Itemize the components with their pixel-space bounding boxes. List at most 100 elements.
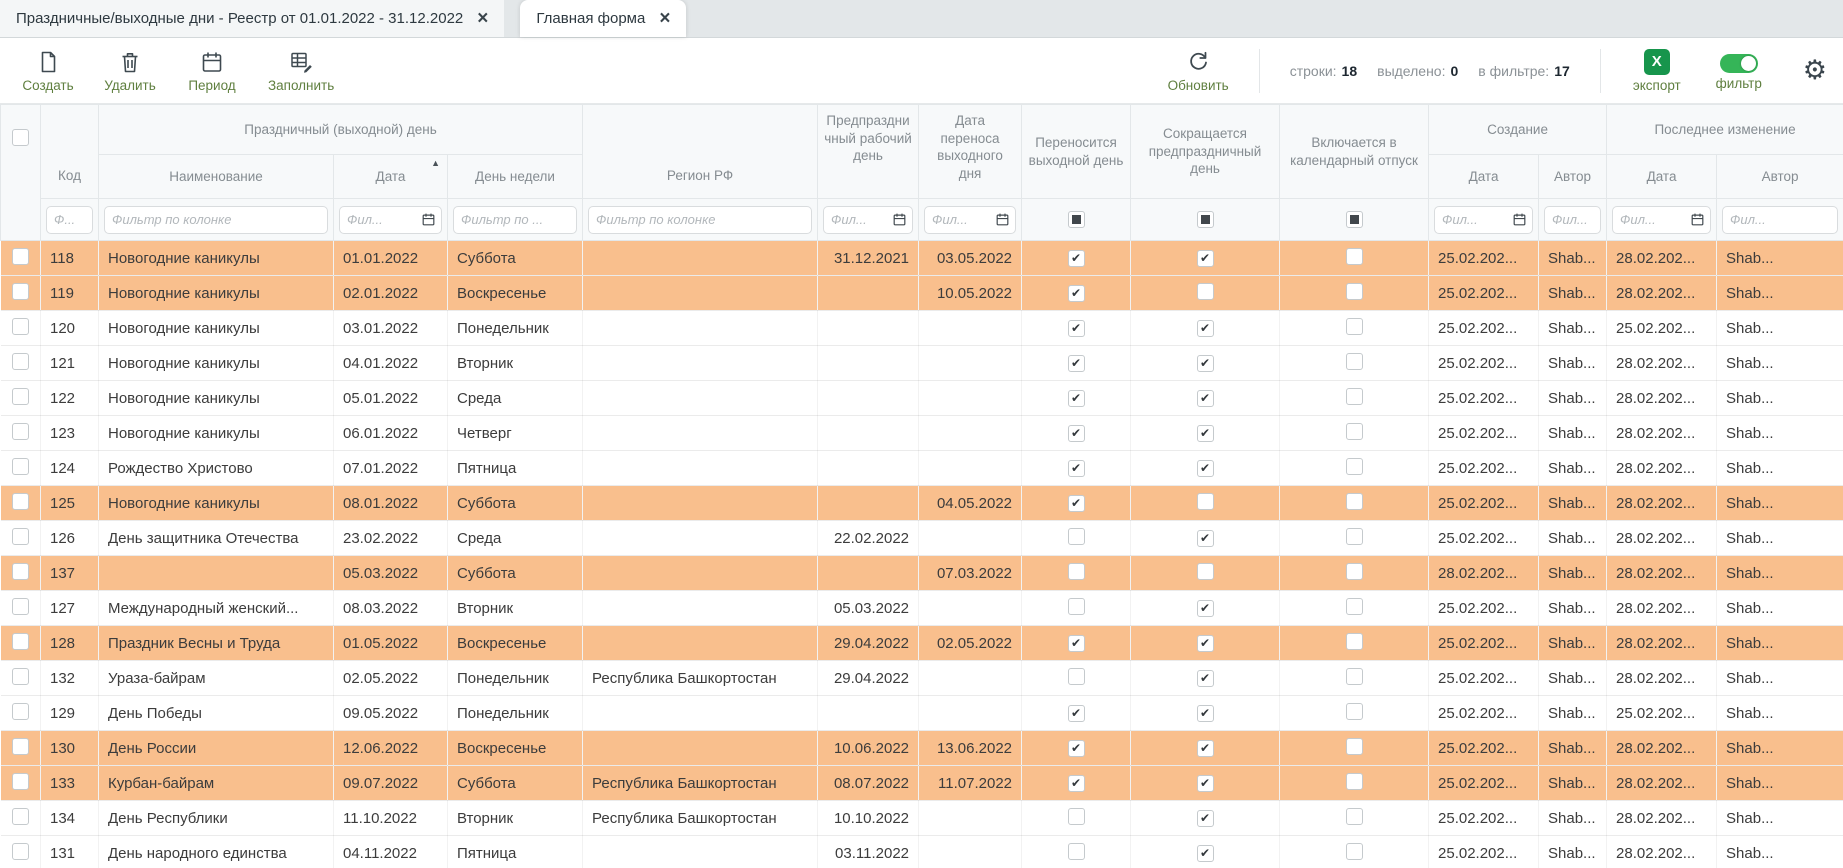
in_vacation-checkbox[interactable] bbox=[1346, 668, 1363, 685]
is_transferred-checkbox[interactable]: ✔ bbox=[1068, 705, 1085, 722]
row-select-checkbox[interactable] bbox=[12, 598, 29, 615]
in_vacation-checkbox[interactable] bbox=[1346, 528, 1363, 545]
in_vacation-checkbox[interactable] bbox=[1346, 318, 1363, 335]
in_vacation-checkbox[interactable] bbox=[1346, 493, 1363, 510]
is_transferred-checkbox[interactable]: ✔ bbox=[1068, 495, 1085, 512]
filter-input-created_author[interactable] bbox=[1544, 206, 1601, 234]
is_transferred-checkbox[interactable]: ✔ bbox=[1068, 355, 1085, 372]
column-header-preholiday[interactable]: Предпраздничный рабочий день bbox=[818, 105, 919, 199]
is_shortened-checkbox[interactable]: ✔ bbox=[1197, 845, 1214, 862]
table-row[interactable]: 132Ураза-байрам02.05.2022ПонедельникРесп… bbox=[1, 661, 1843, 696]
row-select-checkbox[interactable] bbox=[12, 563, 29, 580]
in_vacation-checkbox[interactable] bbox=[1346, 353, 1363, 370]
filter-checkbox-in_vacation[interactable] bbox=[1346, 211, 1363, 228]
table-row[interactable]: 121Новогодние каникулы04.01.2022Вторник✔… bbox=[1, 346, 1843, 381]
is_transferred-checkbox[interactable]: ✔ bbox=[1068, 250, 1085, 267]
table-row[interactable]: 118Новогодние каникулы01.01.2022Суббота3… bbox=[1, 241, 1843, 276]
table-row[interactable]: 131День народного единства04.11.2022Пятн… bbox=[1, 836, 1843, 868]
filter-input-preholiday[interactable] bbox=[824, 207, 892, 233]
is_shortened-checkbox[interactable]: ✔ bbox=[1197, 250, 1214, 267]
column-header-name[interactable]: Наименование bbox=[99, 155, 334, 199]
settings-gear-icon[interactable]: ⚙ bbox=[1803, 57, 1827, 84]
row-select-checkbox[interactable] bbox=[12, 843, 29, 860]
column-header-is-transferred[interactable]: Переносится выходной день bbox=[1022, 105, 1131, 199]
in_vacation-checkbox[interactable] bbox=[1346, 598, 1363, 615]
column-header-date[interactable]: Дата ▲ bbox=[334, 155, 448, 199]
is_transferred-checkbox[interactable] bbox=[1068, 843, 1085, 860]
create-button[interactable]: Создать bbox=[22, 48, 74, 93]
table-row[interactable]: 124Рождество Христово07.01.2022Пятница✔✔… bbox=[1, 451, 1843, 486]
is_transferred-checkbox[interactable] bbox=[1068, 563, 1085, 580]
is_transferred-checkbox[interactable]: ✔ bbox=[1068, 740, 1085, 757]
filter-input-modified_date[interactable] bbox=[1613, 207, 1690, 233]
export-button[interactable]: X экспорт bbox=[1631, 49, 1683, 93]
is_transferred-checkbox[interactable] bbox=[1068, 808, 1085, 825]
close-icon[interactable]: × bbox=[659, 9, 670, 28]
is_shortened-checkbox[interactable]: ✔ bbox=[1197, 635, 1214, 652]
column-header-transfer-date[interactable]: Дата переноса выходного дня bbox=[919, 105, 1022, 199]
filter-input-weekday[interactable] bbox=[453, 206, 577, 234]
table-row[interactable]: 128Праздник Весны и Труда01.05.2022Воскр… bbox=[1, 626, 1843, 661]
is_shortened-checkbox[interactable] bbox=[1197, 493, 1214, 510]
row-select-checkbox[interactable] bbox=[12, 633, 29, 650]
table-row[interactable]: 133Курбан-байрам09.07.2022СубботаРеспубл… bbox=[1, 766, 1843, 801]
close-icon[interactable]: × bbox=[477, 9, 488, 28]
column-header-code[interactable]: Код bbox=[41, 105, 99, 199]
table-row[interactable]: 13705.03.2022Суббота07.03.202228.02.202.… bbox=[1, 556, 1843, 591]
filter-checkbox-is_shortened[interactable] bbox=[1197, 211, 1214, 228]
is_transferred-checkbox[interactable]: ✔ bbox=[1068, 460, 1085, 477]
row-select-checkbox[interactable] bbox=[12, 248, 29, 265]
in_vacation-checkbox[interactable] bbox=[1346, 248, 1363, 265]
select-all-checkbox[interactable] bbox=[12, 129, 29, 146]
row-select-checkbox[interactable] bbox=[12, 388, 29, 405]
filter-input-code[interactable] bbox=[46, 206, 93, 234]
table-row[interactable]: 119Новогодние каникулы02.01.2022Воскресе… bbox=[1, 276, 1843, 311]
filter-input-modified_author[interactable] bbox=[1722, 206, 1838, 234]
filter-input-name[interactable] bbox=[104, 206, 328, 234]
row-select-checkbox[interactable] bbox=[12, 668, 29, 685]
is_shortened-checkbox[interactable]: ✔ bbox=[1197, 425, 1214, 442]
in_vacation-checkbox[interactable] bbox=[1346, 458, 1363, 475]
column-header-created-date[interactable]: Дата bbox=[1429, 155, 1539, 199]
in_vacation-checkbox[interactable] bbox=[1346, 633, 1363, 650]
row-select-checkbox[interactable] bbox=[12, 808, 29, 825]
filter-input-region[interactable] bbox=[588, 206, 812, 234]
table-row[interactable]: 134День Республики11.10.2022ВторникРеспу… bbox=[1, 801, 1843, 836]
column-header-modified-author[interactable]: Автор bbox=[1717, 155, 1843, 199]
in_vacation-checkbox[interactable] bbox=[1346, 738, 1363, 755]
column-header-region[interactable]: Регион РФ bbox=[583, 105, 818, 199]
is_transferred-checkbox[interactable]: ✔ bbox=[1068, 285, 1085, 302]
is_shortened-checkbox[interactable]: ✔ bbox=[1197, 810, 1214, 827]
row-select-checkbox[interactable] bbox=[12, 493, 29, 510]
row-select-checkbox[interactable] bbox=[12, 773, 29, 790]
is_shortened-checkbox[interactable]: ✔ bbox=[1197, 775, 1214, 792]
filter-input-transfer_date[interactable] bbox=[925, 207, 995, 233]
table-row[interactable]: 122Новогодние каникулы05.01.2022Среда✔✔2… bbox=[1, 381, 1843, 416]
is_transferred-checkbox[interactable] bbox=[1068, 668, 1085, 685]
in_vacation-checkbox[interactable] bbox=[1346, 808, 1363, 825]
in_vacation-checkbox[interactable] bbox=[1346, 703, 1363, 720]
table-row[interactable]: 130День России12.06.2022Воскресенье10.06… bbox=[1, 731, 1843, 766]
filter-input-date[interactable] bbox=[340, 207, 421, 233]
row-select-checkbox[interactable] bbox=[12, 528, 29, 545]
is_shortened-checkbox[interactable]: ✔ bbox=[1197, 320, 1214, 337]
row-select-checkbox[interactable] bbox=[12, 423, 29, 440]
is_shortened-checkbox[interactable]: ✔ bbox=[1197, 600, 1214, 617]
refresh-button[interactable]: Обновить bbox=[1168, 48, 1229, 93]
in_vacation-checkbox[interactable] bbox=[1346, 773, 1363, 790]
table-row[interactable]: 126День защитника Отечества23.02.2022Сре… bbox=[1, 521, 1843, 556]
period-button[interactable]: Период bbox=[186, 48, 238, 93]
table-row[interactable]: 127Международный женский...08.03.2022Вто… bbox=[1, 591, 1843, 626]
table-row[interactable]: 125Новогодние каникулы08.01.2022Суббота0… bbox=[1, 486, 1843, 521]
row-select-checkbox[interactable] bbox=[12, 353, 29, 370]
row-select-checkbox[interactable] bbox=[12, 318, 29, 335]
row-select-checkbox[interactable] bbox=[12, 458, 29, 475]
column-header-weekday[interactable]: День недели bbox=[448, 155, 583, 199]
tab-holidays-registry[interactable]: Праздничные/выходные дни - Реестр от 01.… bbox=[0, 0, 504, 37]
in_vacation-checkbox[interactable] bbox=[1346, 423, 1363, 440]
is_transferred-checkbox[interactable] bbox=[1068, 598, 1085, 615]
in_vacation-checkbox[interactable] bbox=[1346, 563, 1363, 580]
is_shortened-checkbox[interactable] bbox=[1197, 283, 1214, 300]
is_transferred-checkbox[interactable]: ✔ bbox=[1068, 320, 1085, 337]
column-header-in-vacation[interactable]: Включается в календарный отпуск bbox=[1280, 105, 1429, 199]
